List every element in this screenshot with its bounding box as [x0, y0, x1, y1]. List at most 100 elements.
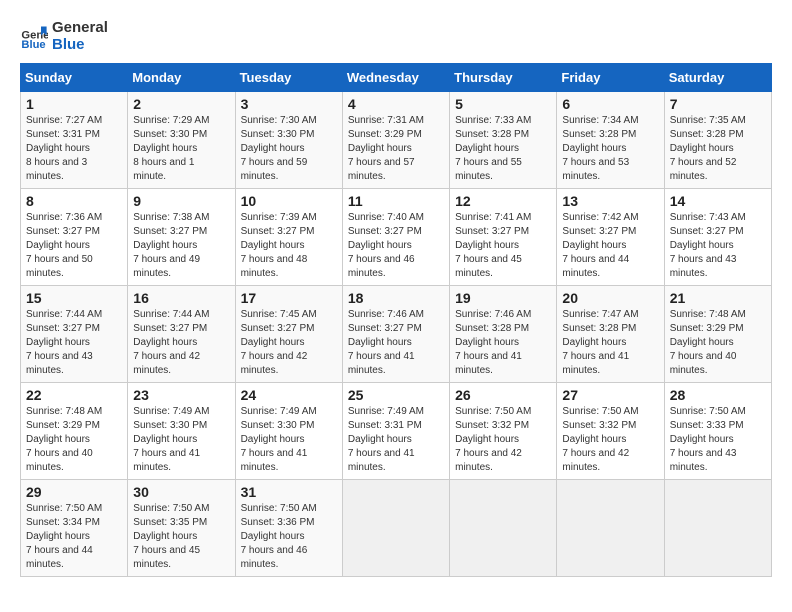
calendar-cell: 19 Sunrise: 7:46 AMSunset: 3:28 PMDayligh… — [450, 286, 557, 383]
day-info: Sunrise: 7:38 AMSunset: 3:27 PMDaylight … — [133, 211, 229, 281]
day-info: Sunrise: 7:36 AMSunset: 3:27 PMDaylight … — [26, 211, 122, 281]
calendar-cell: 17 Sunrise: 7:45 AMSunset: 3:27 PMDayligh… — [235, 286, 342, 383]
day-number: 27 — [562, 387, 658, 403]
day-number: 6 — [562, 96, 658, 112]
day-number: 30 — [133, 484, 229, 500]
svg-text:Blue: Blue — [21, 39, 45, 51]
day-number: 20 — [562, 290, 658, 306]
day-number: 23 — [133, 387, 229, 403]
day-of-week-header: Monday — [128, 64, 235, 92]
calendar-cell: 30 Sunrise: 7:50 AMSunset: 3:35 PMDayligh… — [128, 480, 235, 577]
day-number: 15 — [26, 290, 122, 306]
calendar-cell — [664, 480, 771, 577]
calendar-cell: 23 Sunrise: 7:49 AMSunset: 3:30 PMDayligh… — [128, 383, 235, 480]
calendar-header: SundayMondayTuesdayWednesdayThursdayFrid… — [21, 64, 772, 92]
day-info: Sunrise: 7:50 AMSunset: 3:33 PMDaylight … — [670, 405, 766, 475]
day-info: Sunrise: 7:46 AMSunset: 3:28 PMDaylight … — [455, 308, 551, 378]
calendar-cell: 10 Sunrise: 7:39 AMSunset: 3:27 PMDayligh… — [235, 189, 342, 286]
day-info: Sunrise: 7:39 AMSunset: 3:27 PMDaylight … — [241, 211, 337, 281]
day-number: 10 — [241, 193, 337, 209]
calendar-cell: 28 Sunrise: 7:50 AMSunset: 3:33 PMDayligh… — [664, 383, 771, 480]
day-info: Sunrise: 7:50 AMSunset: 3:35 PMDaylight … — [133, 502, 229, 572]
day-info: Sunrise: 7:31 AMSunset: 3:29 PMDaylight … — [348, 114, 444, 184]
day-info: Sunrise: 7:49 AMSunset: 3:30 PMDaylight … — [133, 405, 229, 475]
day-info: Sunrise: 7:44 AMSunset: 3:27 PMDaylight … — [133, 308, 229, 378]
day-info: Sunrise: 7:50 AMSunset: 3:32 PMDaylight … — [455, 405, 551, 475]
day-number: 21 — [670, 290, 766, 306]
day-number: 26 — [455, 387, 551, 403]
calendar-cell: 8Sunrise: 7:36 AMSunset: 3:27 PMDaylight… — [21, 189, 128, 286]
day-info: Sunrise: 7:41 AMSunset: 3:27 PMDaylight … — [455, 211, 551, 281]
day-number: 2 — [133, 96, 229, 112]
day-number: 31 — [241, 484, 337, 500]
calendar-cell: 11Sunrise: 7:40 AMSunset: 3:27 PMDayligh… — [342, 189, 449, 286]
logo: General Blue General Blue — [20, 20, 108, 53]
calendar-week-row: 8Sunrise: 7:36 AMSunset: 3:27 PMDaylight… — [21, 189, 772, 286]
day-number: 16 — [133, 290, 229, 306]
page-header: General Blue General Blue — [20, 20, 772, 53]
day-number: 4 — [348, 96, 444, 112]
day-number: 14 — [670, 193, 766, 209]
day-info: Sunrise: 7:46 AMSunset: 3:27 PMDaylight … — [348, 308, 444, 378]
calendar-cell: 16 Sunrise: 7:44 AMSunset: 3:27 PMDayligh… — [128, 286, 235, 383]
day-info: Sunrise: 7:29 AMSunset: 3:30 PMDaylight … — [133, 114, 229, 184]
calendar-cell: 25 Sunrise: 7:49 AMSunset: 3:31 PMDayligh… — [342, 383, 449, 480]
day-number: 1 — [26, 96, 122, 112]
calendar-cell: 24 Sunrise: 7:49 AMSunset: 3:30 PMDayligh… — [235, 383, 342, 480]
calendar-cell: 12 Sunrise: 7:41 AMSunset: 3:27 PMDayligh… — [450, 189, 557, 286]
logo-text-blue: Blue — [52, 37, 108, 54]
day-number: 5 — [455, 96, 551, 112]
calendar-cell: 14 Sunrise: 7:43 AMSunset: 3:27 PMDayligh… — [664, 189, 771, 286]
day-info: Sunrise: 7:44 AMSunset: 3:27 PMDaylight … — [26, 308, 122, 378]
logo-text-general: General — [52, 20, 108, 37]
day-info: Sunrise: 7:48 AMSunset: 3:29 PMDaylight … — [670, 308, 766, 378]
day-number: 13 — [562, 193, 658, 209]
day-info: Sunrise: 7:47 AMSunset: 3:28 PMDaylight … — [562, 308, 658, 378]
day-info: Sunrise: 7:33 AMSunset: 3:28 PMDaylight … — [455, 114, 551, 184]
day-number: 12 — [455, 193, 551, 209]
calendar-week-row: 29Sunrise: 7:50 AMSunset: 3:34 PMDayligh… — [21, 480, 772, 577]
calendar-cell — [342, 480, 449, 577]
day-info: Sunrise: 7:27 AMSunset: 3:31 PMDaylight … — [26, 114, 122, 184]
day-info: Sunrise: 7:50 AMSunset: 3:36 PMDaylight … — [241, 502, 337, 572]
day-info: Sunrise: 7:42 AMSunset: 3:27 PMDaylight … — [562, 211, 658, 281]
day-number: 24 — [241, 387, 337, 403]
day-info: Sunrise: 7:49 AMSunset: 3:31 PMDaylight … — [348, 405, 444, 475]
calendar-cell: 20 Sunrise: 7:47 AMSunset: 3:28 PMDayligh… — [557, 286, 664, 383]
calendar-week-row: 1 Sunrise: 7:27 AMSunset: 3:31 PMDaylight… — [21, 92, 772, 189]
day-number: 17 — [241, 290, 337, 306]
calendar-cell: 27 Sunrise: 7:50 AMSunset: 3:32 PMDayligh… — [557, 383, 664, 480]
day-of-week-header: Tuesday — [235, 64, 342, 92]
calendar-cell — [557, 480, 664, 577]
calendar-cell: 13 Sunrise: 7:42 AMSunset: 3:27 PMDayligh… — [557, 189, 664, 286]
calendar-cell: 15 Sunrise: 7:44 AMSunset: 3:27 PMDayligh… — [21, 286, 128, 383]
calendar-table: SundayMondayTuesdayWednesdayThursdayFrid… — [20, 63, 772, 577]
day-number: 19 — [455, 290, 551, 306]
day-info: Sunrise: 7:50 AMSunset: 3:32 PMDaylight … — [562, 405, 658, 475]
calendar-cell: 5 Sunrise: 7:33 AMSunset: 3:28 PMDaylight… — [450, 92, 557, 189]
day-number: 25 — [348, 387, 444, 403]
day-info: Sunrise: 7:49 AMSunset: 3:30 PMDaylight … — [241, 405, 337, 475]
day-info: Sunrise: 7:45 AMSunset: 3:27 PMDaylight … — [241, 308, 337, 378]
day-of-week-header: Thursday — [450, 64, 557, 92]
day-of-week-header: Saturday — [664, 64, 771, 92]
calendar-cell: 18Sunrise: 7:46 AMSunset: 3:27 PMDayligh… — [342, 286, 449, 383]
calendar-cell: 1 Sunrise: 7:27 AMSunset: 3:31 PMDaylight… — [21, 92, 128, 189]
calendar-cell: 3Sunrise: 7:30 AMSunset: 3:30 PMDaylight… — [235, 92, 342, 189]
day-info: Sunrise: 7:48 AMSunset: 3:29 PMDaylight … — [26, 405, 122, 475]
day-number: 9 — [133, 193, 229, 209]
day-number: 22 — [26, 387, 122, 403]
calendar-week-row: 22 Sunrise: 7:48 AMSunset: 3:29 PMDayligh… — [21, 383, 772, 480]
calendar-cell: 26 Sunrise: 7:50 AMSunset: 3:32 PMDayligh… — [450, 383, 557, 480]
calendar-cell: 7 Sunrise: 7:35 AMSunset: 3:28 PMDaylight… — [664, 92, 771, 189]
calendar-cell: 2 Sunrise: 7:29 AMSunset: 3:30 PMDaylight… — [128, 92, 235, 189]
day-number: 7 — [670, 96, 766, 112]
calendar-cell: 4 Sunrise: 7:31 AMSunset: 3:29 PMDaylight… — [342, 92, 449, 189]
day-info: Sunrise: 7:35 AMSunset: 3:28 PMDaylight … — [670, 114, 766, 184]
day-number: 28 — [670, 387, 766, 403]
day-of-week-header: Wednesday — [342, 64, 449, 92]
day-info: Sunrise: 7:50 AMSunset: 3:34 PMDaylight … — [26, 502, 122, 572]
day-info: Sunrise: 7:43 AMSunset: 3:27 PMDaylight … — [670, 211, 766, 281]
calendar-cell: 22 Sunrise: 7:48 AMSunset: 3:29 PMDayligh… — [21, 383, 128, 480]
day-number: 3 — [241, 96, 337, 112]
